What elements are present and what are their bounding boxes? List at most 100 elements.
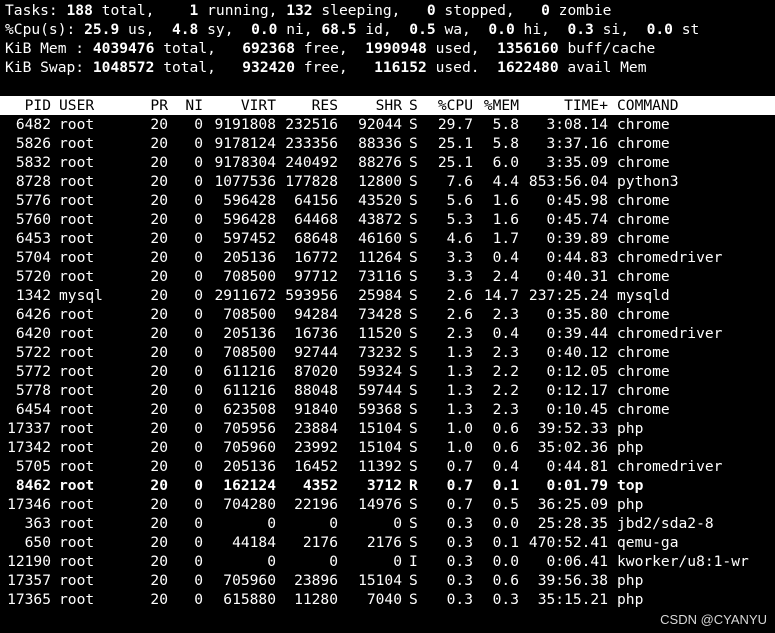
process-row: 17365 root 20 0 615880 11280 7040 S 0.3 0.3 35:15.… <box>0 590 775 609</box>
cell-pid: 5760 <box>15 211 51 228</box>
cell-time: 470:52.41 <box>528 534 608 551</box>
cell-pid: 8728 <box>15 173 51 190</box>
cell-state: S <box>409 287 418 304</box>
cell-res: 23896 <box>294 572 338 589</box>
cell-pr: 20 <box>150 173 168 190</box>
cell-time: 853:56.04 <box>528 173 608 190</box>
cell-pr: 20 <box>150 192 168 209</box>
cell-ni: 0 <box>194 154 203 171</box>
cell-state: S <box>409 192 418 209</box>
swap-summary: KiB Swap: 1048572 total, 932420 free, 11… <box>5 59 647 76</box>
process-row: 17357 root 20 0 705960 23896 15104 S 0.3 0.6 39:56… <box>0 571 775 590</box>
cell-cpu: 1.0 <box>446 439 473 456</box>
cpu-summary: %Cpu(s): 25.9 us, 4.8 sy, 0.0 ni, 68.5 i… <box>5 21 700 38</box>
cell-mem: 5.8 <box>492 116 519 133</box>
cell-shr: 2176 <box>366 534 402 551</box>
cell-virt: 611216 <box>223 382 276 399</box>
cell-pid: 17337 <box>7 420 51 437</box>
cell-time: 0:40.31 <box>546 268 608 285</box>
cell-command: chrome <box>617 363 670 380</box>
cell-pr: 20 <box>150 135 168 152</box>
cell-virt: 205136 <box>223 458 276 475</box>
cell-command: chrome <box>617 135 670 152</box>
cell-pid: 5704 <box>15 249 51 266</box>
cell-pid: 6426 <box>15 306 51 323</box>
cell-virt: 705960 <box>223 572 276 589</box>
cell-mem: 0.4 <box>492 249 519 266</box>
cell-res: 68648 <box>294 230 338 247</box>
col-header-command: COMMAND <box>617 97 679 114</box>
cell-command: chrome <box>617 382 670 399</box>
cell-state: I <box>409 553 418 570</box>
cell-command: php <box>617 439 644 456</box>
cell-command: chrome <box>617 306 670 323</box>
cell-user: root <box>59 515 95 532</box>
cell-cpu: 1.3 <box>446 382 473 399</box>
cell-mem: 2.3 <box>492 306 519 323</box>
cell-cpu: 25.1 <box>437 154 473 171</box>
process-row: 17346 root 20 0 704280 22196 14976 S 0.7 0.5 36:25… <box>0 495 775 514</box>
cell-user: root <box>59 382 95 399</box>
cell-ni: 0 <box>194 515 203 532</box>
col-header-res: RES <box>311 97 338 114</box>
cell-user: root <box>59 420 95 437</box>
cell-mem: 1.6 <box>492 211 519 228</box>
cell-mem: 0.6 <box>492 420 519 437</box>
cell-virt: 162124 <box>223 477 276 494</box>
cell-command: chromedriver <box>617 249 723 266</box>
process-table-header: PID USER PR NI VIRT RES SHR S %CPU %MEM … <box>0 96 775 115</box>
cell-shr: 59368 <box>358 401 402 418</box>
cell-command: chromedriver <box>617 325 723 342</box>
cell-ni: 0 <box>194 268 203 285</box>
cell-ni: 0 <box>194 553 203 570</box>
cell-shr: 11392 <box>358 458 402 475</box>
cell-user: root <box>59 230 95 247</box>
cell-command: php <box>617 496 644 513</box>
cell-cpu: 3.3 <box>446 268 473 285</box>
cell-shr: 7040 <box>366 591 402 608</box>
cell-pid: 1342 <box>15 287 51 304</box>
cell-state: R <box>409 477 418 494</box>
cell-cpu: 5.3 <box>446 211 473 228</box>
cell-pr: 20 <box>150 496 168 513</box>
cell-shr: 43520 <box>358 192 402 209</box>
cell-state: S <box>409 268 418 285</box>
cell-state: S <box>409 135 418 152</box>
cell-res: 16736 <box>294 325 338 342</box>
cell-virt: 704280 <box>223 496 276 513</box>
cell-ni: 0 <box>194 572 203 589</box>
cell-res: 240492 <box>285 154 338 171</box>
terminal-window[interactable]: Tasks: 188 total, 1 running, 132 sleepin… <box>0 0 775 633</box>
cell-virt: 9178304 <box>214 154 276 171</box>
cell-pr: 20 <box>150 534 168 551</box>
cell-mem: 0.0 <box>492 553 519 570</box>
cell-state: S <box>409 230 418 247</box>
col-header-time: TIME+ <box>564 97 608 114</box>
cell-pid: 17342 <box>7 439 51 456</box>
process-row: 5760 root 20 0 596428 64468 43872 S 5.3 1.6 0:45.7… <box>0 210 775 229</box>
cell-user: mysql <box>59 287 103 304</box>
cell-pid: 6482 <box>15 116 51 133</box>
cell-shr: 15104 <box>358 420 402 437</box>
cell-state: S <box>409 534 418 551</box>
cell-virt: 708500 <box>223 268 276 285</box>
cell-pid: 17357 <box>7 572 51 589</box>
cell-ni: 0 <box>194 477 203 494</box>
process-row: 5772 root 20 0 611216 87020 59324 S 1.3 2.2 0:12.0… <box>0 362 775 381</box>
cell-pr: 20 <box>150 458 168 475</box>
cell-shr: 73116 <box>358 268 402 285</box>
cell-state: S <box>409 325 418 342</box>
cell-virt: 705960 <box>223 439 276 456</box>
cell-cpu: 25.1 <box>437 135 473 152</box>
cell-virt: 597452 <box>223 230 276 247</box>
cell-pid: 6453 <box>15 230 51 247</box>
cell-shr: 88336 <box>358 135 402 152</box>
cell-shr: 15104 <box>358 439 402 456</box>
cell-res: 92744 <box>294 344 338 361</box>
cell-pid: 8462 <box>15 477 51 494</box>
cell-res: 16772 <box>294 249 338 266</box>
cell-pr: 20 <box>150 439 168 456</box>
cell-command: chrome <box>617 154 670 171</box>
cell-pid: 17346 <box>7 496 51 513</box>
cell-time: 0:01.79 <box>546 477 608 494</box>
